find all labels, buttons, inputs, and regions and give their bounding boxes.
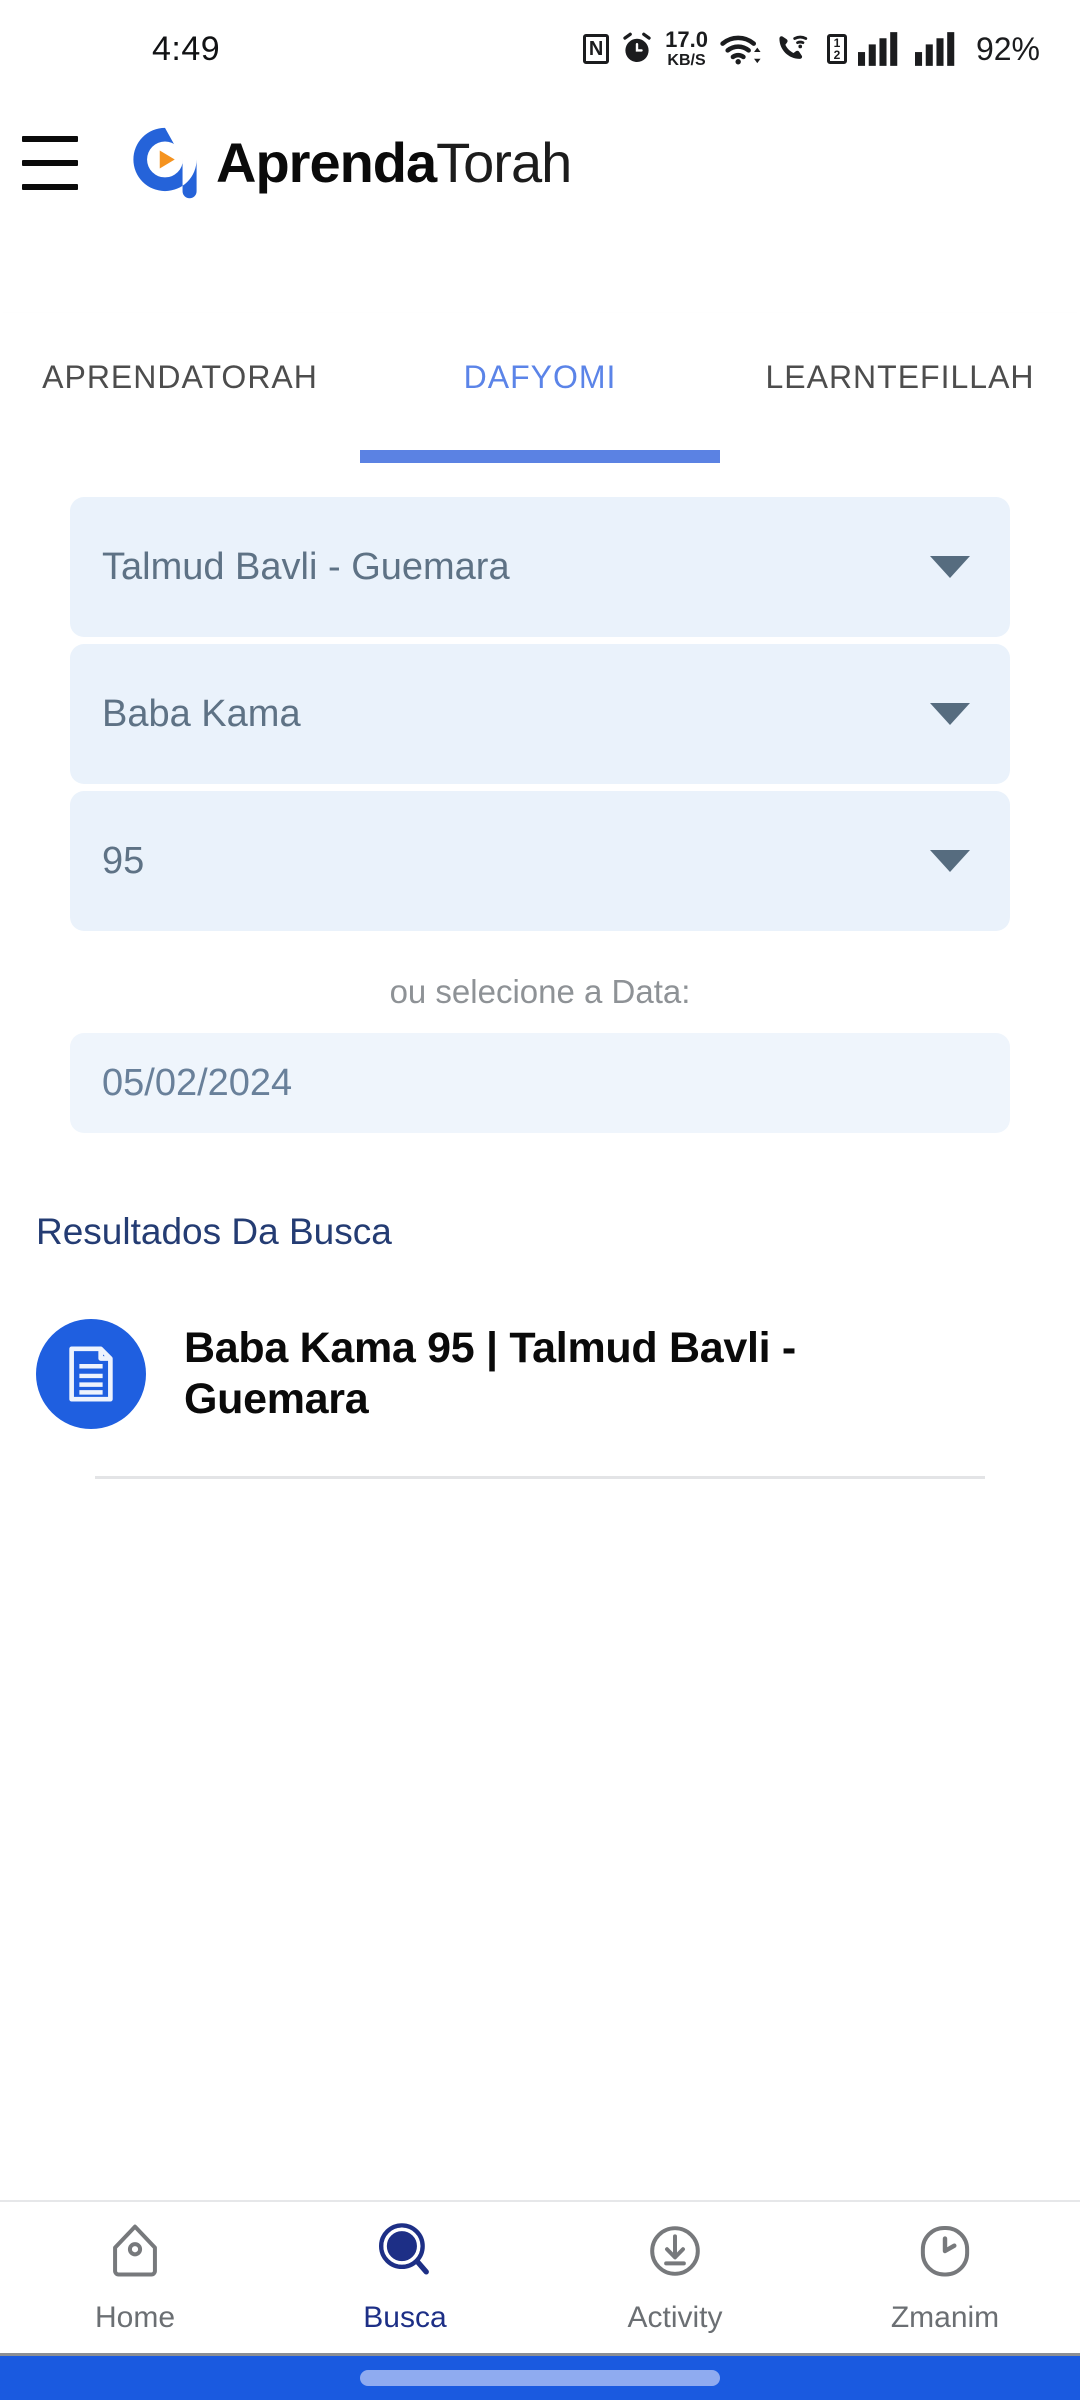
tractate-collection-select[interactable]: Talmud Bavli - Guemara xyxy=(70,497,1010,637)
wifi-icon xyxy=(719,32,763,66)
select-value: 95 xyxy=(102,839,145,882)
list-divider xyxy=(95,1476,985,1479)
brand-name-bold: Aprenda xyxy=(216,131,437,194)
brand-text: AprendaTorah xyxy=(216,135,572,191)
document-icon xyxy=(36,1319,146,1429)
list-item[interactable]: Baba Kama 95 | Talmud Bavli - Guemara xyxy=(0,1319,1080,1429)
status-bar: 4:49 N 17.0 KB/S 1 2 92% xyxy=(0,0,1080,98)
nav-item-home[interactable]: Home xyxy=(0,2220,270,2335)
search-icon xyxy=(374,2220,436,2287)
gesture-navigation-bar xyxy=(0,2353,1080,2400)
chevron-down-icon xyxy=(930,703,970,725)
nav-label: Activity xyxy=(627,2301,723,2334)
signal-bars-icon-2 xyxy=(914,32,961,66)
nav-item-activity[interactable]: Activity xyxy=(540,2220,810,2335)
chevron-down-icon xyxy=(930,556,970,578)
gesture-pill[interactable] xyxy=(360,2370,720,2386)
nav-item-zmanim[interactable]: Zmanim xyxy=(810,2220,1080,2335)
nav-item-busca[interactable]: Busca xyxy=(270,2220,540,2335)
status-time: 4:49 xyxy=(152,29,221,68)
network-speed-indicator: 17.0 KB/S xyxy=(665,27,708,69)
nfc-icon: N xyxy=(583,34,610,64)
tractate-select[interactable]: Baba Kama xyxy=(70,644,1010,784)
date-picker-label: ou selecione a Data: xyxy=(389,973,691,1010)
nav-label: Home xyxy=(94,2301,176,2334)
page-select[interactable]: 95 xyxy=(70,791,1010,931)
chevron-down-icon xyxy=(930,850,970,872)
tab-label: APRENDATORAH xyxy=(42,358,318,395)
volte-call-icon xyxy=(774,32,816,66)
nav-label: Busca xyxy=(363,2301,447,2334)
hamburger-line xyxy=(22,160,78,166)
home-icon xyxy=(104,2220,166,2287)
clock-icon xyxy=(914,2220,976,2287)
aprendatorah-logo xyxy=(126,124,204,202)
select-value: Baba Kama xyxy=(102,692,301,735)
alarm-icon xyxy=(620,32,654,66)
tab-aprendatorah[interactable]: APRENDATORAH xyxy=(0,313,360,463)
results-heading: Resultados Da Busca xyxy=(36,1211,392,1252)
app-logo-title: AprendaTorah xyxy=(126,124,572,202)
signal-bars-icon-1 xyxy=(857,32,904,66)
tab-label: DAFYOMI xyxy=(463,358,617,395)
download-circle-icon xyxy=(644,2220,706,2287)
tab-learntefillah[interactable]: LEARNTEFILLAH xyxy=(720,313,1080,463)
tab-dafyomi[interactable]: DAFYOMI xyxy=(360,313,720,463)
dual-sim-icon: 1 2 xyxy=(826,34,847,64)
battery-percentage: 92% xyxy=(975,30,1040,67)
date-picker-input[interactable]: 05/02/2024 xyxy=(70,1033,1010,1133)
hamburger-line xyxy=(22,136,78,142)
app-bar: AprendaTorah xyxy=(0,98,1080,228)
bottom-navigation-bar: Home Busca Activity Zmanim xyxy=(0,2200,1080,2353)
select-value: Talmud Bavli - Guemara xyxy=(102,545,510,588)
tab-bar: APRENDATORAH DAFYOMI LEARNTEFILLAH xyxy=(0,313,1080,463)
hamburger-menu-icon[interactable] xyxy=(22,135,78,191)
list-item-title: Baba Kama 95 | Talmud Bavli - Guemara xyxy=(184,1324,796,1423)
main-content: Talmud Bavli - Guemara Baba Kama 95 ou s… xyxy=(0,463,1080,2150)
date-value: 05/02/2024 xyxy=(102,1061,293,1104)
tab-label: LEARNTEFILLAH xyxy=(765,358,1035,395)
nav-label: Zmanim xyxy=(890,2301,1000,2334)
status-icons: N 17.0 KB/S 1 2 92% xyxy=(583,29,1040,69)
brand-name-light: Torah xyxy=(436,131,572,194)
hamburger-line xyxy=(22,184,78,190)
